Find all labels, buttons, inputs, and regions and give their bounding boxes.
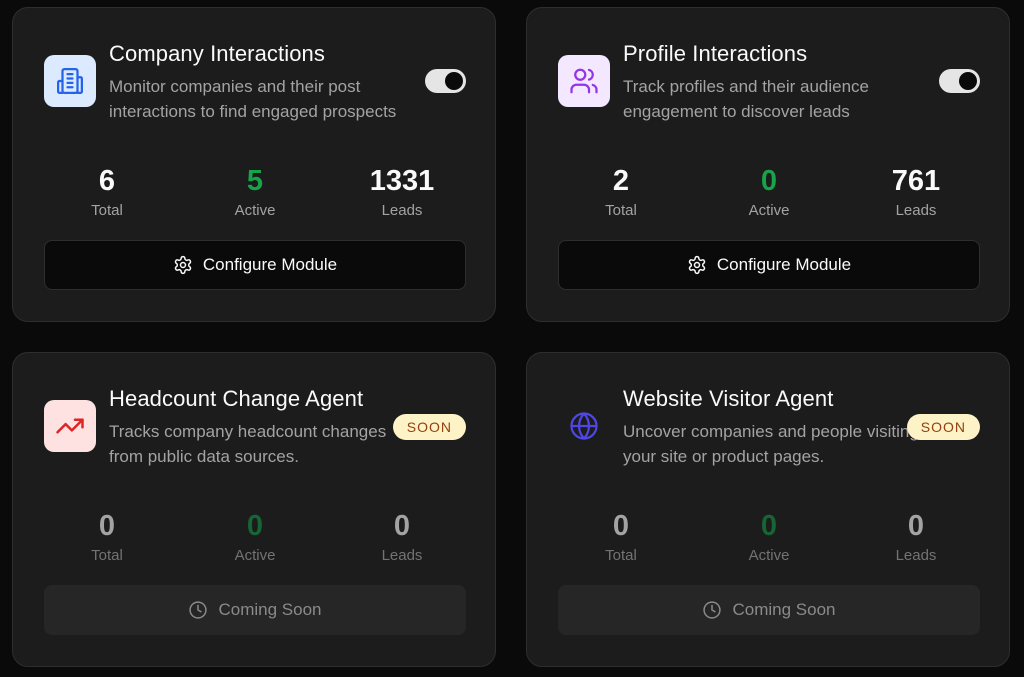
- stat-leads-label: Leads: [895, 202, 937, 219]
- module-card-website-visitor-agent: Website Visitor Agent Uncover companies …: [526, 352, 1010, 667]
- stat-total-value: 0: [612, 510, 630, 542]
- module-stats: 6 Total 5 Active 1331 Leads: [44, 163, 466, 223]
- stat-leads-value: 0: [907, 510, 925, 542]
- toggle-knob: [959, 72, 977, 90]
- module-toggle[interactable]: [425, 69, 466, 93]
- module-card-profile-interactions: Profile Interactions Track profiles and …: [526, 7, 1010, 322]
- module-title: Website Visitor Agent: [623, 386, 834, 411]
- stat-active: 5 Active: [195, 163, 315, 222]
- stat-leads-label: Leads: [381, 547, 423, 564]
- stat-total-value: 0: [98, 510, 116, 542]
- gear-icon: [688, 255, 706, 275]
- stat-total: 0 Total: [47, 508, 167, 567]
- module-toggle[interactable]: [939, 69, 980, 93]
- stat-total: 6 Total: [47, 163, 167, 222]
- stat-active-value: 0: [246, 510, 264, 542]
- coming-soon-button: Coming Soon: [558, 585, 980, 635]
- toggle-knob: [445, 72, 463, 90]
- building-icon: [44, 55, 96, 107]
- stat-active-label: Active: [748, 547, 790, 564]
- stat-total-value: 2: [612, 165, 630, 197]
- configure-module-label: Configure Module: [716, 255, 852, 274]
- module-description: Tracks company headcount changes from pu…: [109, 422, 387, 466]
- modules-grid: Company Interactions Monitor companies a…: [0, 0, 1024, 677]
- stat-total-value: 6: [98, 165, 116, 197]
- module-title: Company Interactions: [109, 41, 325, 66]
- globe-icon: [558, 400, 610, 452]
- users-icon: [558, 55, 610, 107]
- soon-badge: SOON: [392, 414, 466, 440]
- stat-active: 0 Active: [709, 163, 829, 222]
- trending-up-icon: [44, 400, 96, 452]
- module-description: Uncover companies and people visiting yo…: [623, 422, 919, 466]
- module-stats: 2 Total 0 Active 761 Leads: [558, 163, 980, 223]
- stat-leads-value: 761: [891, 165, 941, 197]
- configure-module-label: Configure Module: [202, 255, 338, 274]
- module-card-company-interactions: Company Interactions Monitor companies a…: [12, 7, 496, 322]
- stat-total: 0 Total: [561, 508, 681, 567]
- coming-soon-button: Coming Soon: [44, 585, 466, 635]
- configure-module-button[interactable]: Configure Module: [558, 240, 980, 290]
- stat-leads: 1331 Leads: [342, 163, 462, 222]
- configure-module-button[interactable]: Configure Module: [44, 240, 466, 290]
- stat-leads-value: 0: [393, 510, 411, 542]
- stat-leads-label: Leads: [895, 547, 937, 564]
- coming-soon-label: Coming Soon: [218, 600, 322, 619]
- clock-icon: [189, 601, 208, 619]
- module-card-headcount-change-agent: Headcount Change Agent Tracks company he…: [12, 352, 496, 667]
- stat-active-label: Active: [234, 547, 276, 564]
- module-stats: 0 Total 0 Active 0 Leads: [558, 508, 980, 568]
- stat-total-label: Total: [605, 547, 637, 564]
- stat-total-label: Total: [605, 202, 637, 219]
- soon-badge: SOON: [906, 414, 980, 440]
- stat-total-label: Total: [91, 202, 123, 219]
- stat-active: 0 Active: [709, 508, 829, 567]
- stat-active-label: Active: [748, 202, 790, 219]
- module-description: Monitor companies and their post interac…: [109, 77, 397, 121]
- stat-leads: 761 Leads: [856, 163, 976, 222]
- stat-active: 0 Active: [195, 508, 315, 567]
- stat-active-value: 0: [760, 510, 778, 542]
- stat-active-label: Active: [234, 202, 276, 219]
- stat-active-value: 5: [246, 165, 264, 197]
- gear-icon: [174, 255, 192, 275]
- stat-leads: 0 Leads: [856, 508, 976, 567]
- stat-active-value: 0: [760, 165, 778, 197]
- stat-total-label: Total: [91, 547, 123, 564]
- clock-icon: [703, 601, 722, 619]
- module-title: Profile Interactions: [623, 41, 808, 66]
- coming-soon-label: Coming Soon: [732, 600, 836, 619]
- module-stats: 0 Total 0 Active 0 Leads: [44, 508, 466, 568]
- stat-leads: 0 Leads: [342, 508, 462, 567]
- module-description: Track profiles and their audience engage…: [623, 77, 870, 121]
- stat-total: 2 Total: [561, 163, 681, 222]
- module-title: Headcount Change Agent: [109, 386, 364, 411]
- stat-leads-label: Leads: [381, 202, 423, 219]
- stat-leads-value: 1331: [369, 165, 435, 197]
